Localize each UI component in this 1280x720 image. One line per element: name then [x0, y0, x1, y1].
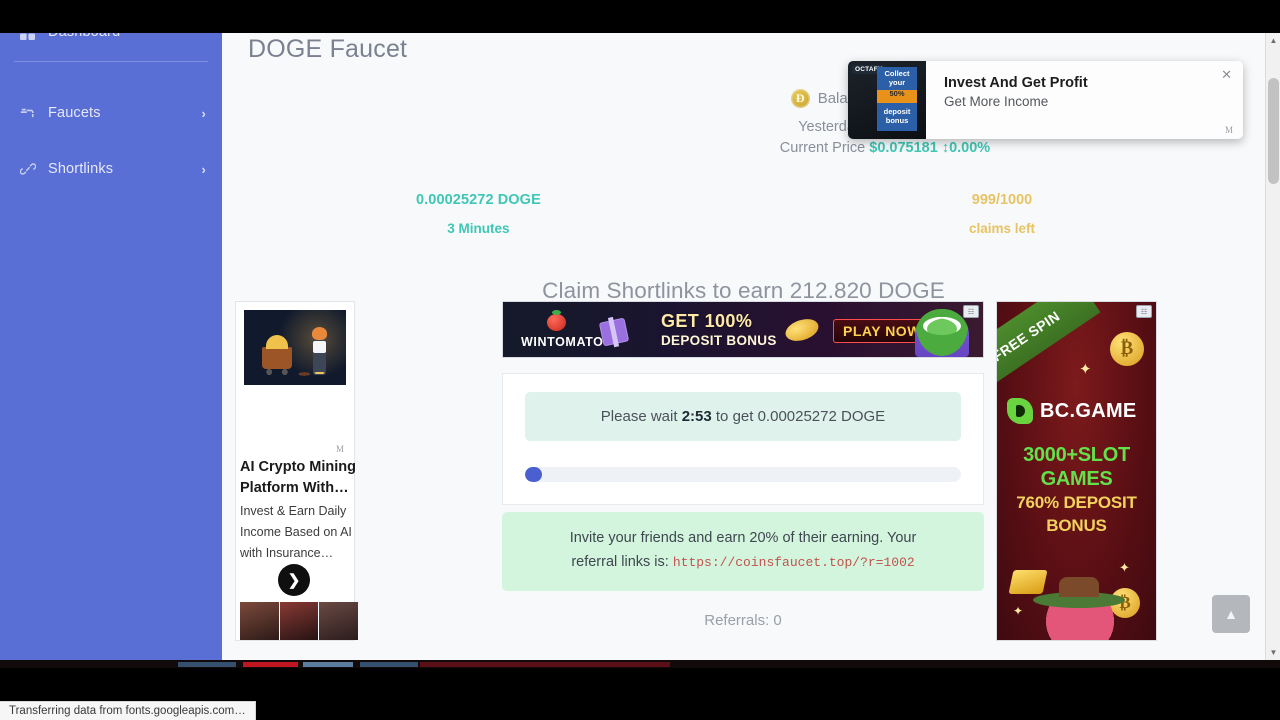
- page-scrollbar[interactable]: ▲ ▼: [1265, 33, 1280, 660]
- scroll-to-top-button[interactable]: ▲: [1212, 595, 1250, 633]
- current-price-value: $0.075181: [869, 140, 938, 156]
- ad-left-cta-button[interactable]: ❯: [278, 564, 310, 596]
- referrals-count: Referrals: 0: [704, 612, 782, 629]
- taskbar-item[interactable]: [420, 662, 670, 667]
- taskbar-item[interactable]: [360, 662, 418, 667]
- sparkle-icon: ✦: [1119, 560, 1130, 575]
- banner-ad-brand: WINTOMATO: [521, 335, 604, 349]
- toast-title: Invest And Get Profit: [944, 75, 1088, 91]
- sidebar-item-faucets[interactable]: Faucets ›: [0, 96, 222, 130]
- toast-thumbnail: OCTAFX Collect your 50% deposit bonus: [848, 61, 926, 139]
- bcgame-brand-name: BC.GAME: [1040, 399, 1137, 422]
- browser-viewport: Dashboard Faucets › Shortlinks ›: [0, 33, 1280, 660]
- notification-toast[interactable]: OCTAFX Collect your 50% deposit bonus In…: [848, 61, 1243, 139]
- sparkle-icon: ✦: [1079, 361, 1092, 378]
- wait-prefix: Please wait: [600, 408, 678, 425]
- sparkle-icon: ✦: [1013, 604, 1024, 618]
- claims-count: 999/1000: [971, 192, 1033, 208]
- screen: Dashboard Faucets › Shortlinks ›: [0, 0, 1280, 720]
- chevron-right-icon: ›: [201, 161, 206, 177]
- ad-left-image: [244, 310, 346, 385]
- bcgame-mark-icon: [1007, 398, 1033, 424]
- mining-cart-illustration: [262, 335, 292, 375]
- doge-coin-icon: Ð: [790, 89, 810, 108]
- billboard-line1: Collect your: [884, 69, 910, 87]
- scrollbar-thumb[interactable]: [1268, 78, 1279, 184]
- frog-mascot-illustration: [915, 309, 969, 357]
- billboard-line2: 50%: [889, 89, 905, 98]
- close-icon[interactable]: ✕: [1221, 67, 1232, 83]
- scroll-down-arrow-icon[interactable]: ▼: [1266, 645, 1280, 660]
- sidebar-item-dashboard[interactable]: Dashboard: [0, 33, 222, 49]
- referral-box: Invite your friends and earn 20% of thei…: [502, 512, 984, 591]
- wait-suffix: to get 0.00025272 DOGE: [715, 408, 886, 425]
- faucet-icon: [20, 106, 40, 120]
- ad-right-panel[interactable]: FREE SPIN ₿ ₿ ✦ ✦ ✦ BC.GAME 3000+SLOT GA…: [996, 301, 1157, 641]
- current-price-label: Current Price: [779, 140, 866, 156]
- price-change-percent: ↕0.00%: [941, 140, 991, 156]
- gold-coin-icon: [782, 315, 822, 345]
- referral-link[interactable]: https://coinsfaucet.top/?r=1002: [673, 555, 915, 570]
- ad-left-panel[interactable]: M AI Crypto Mining Platform With… Invest…: [235, 301, 358, 641]
- referral-text-line2: referral links is: https://coinsfaucet.t…: [528, 550, 958, 575]
- ad-left-body: Invest & Earn Daily Income Based on AI w…: [240, 504, 352, 560]
- scroll-up-arrow-icon[interactable]: ▲: [1266, 33, 1280, 48]
- toast-body: Invest And Get Profit Get More Income ✕ …: [926, 61, 1243, 139]
- claims-stats: 999/1000 claims left: [922, 192, 1082, 236]
- cowboy-hat-illustration: [1033, 577, 1125, 608]
- referral-link-label: referral links is:: [571, 554, 669, 570]
- wait-message-box: Please wait 2:53 to get 0.00025272 DOGE: [525, 392, 961, 441]
- chevron-right-icon: ›: [201, 105, 206, 121]
- banner-ad-subline: DEPOSIT BONUS: [661, 333, 777, 348]
- sidebar-item-label: Shortlinks: [48, 161, 114, 177]
- gift-box-icon: [598, 317, 630, 347]
- grid-icon: [20, 33, 40, 40]
- taskbar-item[interactable]: [303, 662, 353, 667]
- ore-illustration: [294, 367, 328, 377]
- page-title: DOGE Faucet: [248, 35, 408, 63]
- current-price-line: Current Price $0.075181 ↕0.00%: [675, 138, 1095, 159]
- referral-text-line1: Invite your friends and earn 20% of thei…: [569, 530, 917, 546]
- gold-bar-icon: [1008, 570, 1048, 594]
- adchoices-icon[interactable]: ☷: [963, 305, 979, 318]
- reward-stats: 0.00025272 DOGE 3 Minutes: [416, 192, 541, 236]
- ad-brand-mark-icon: M: [335, 444, 344, 454]
- browser-status-bar: Transferring data from fonts.googleapis.…: [0, 701, 256, 720]
- banner-ad[interactable]: WINTOMATO GET 100% DEPOSIT BONUS PLAY NO…: [502, 301, 984, 358]
- reward-amount: 0.00025272 DOGE: [416, 192, 541, 208]
- billboard-line3: deposit bonus: [883, 107, 911, 125]
- ad-right-line2: 760% DEPOSIT BONUS: [1016, 493, 1137, 535]
- ad-left-title: AI Crypto Mining Platform With…: [240, 459, 356, 496]
- claim-card: Please wait 2:53 to get 0.00025272 DOGE: [502, 373, 984, 505]
- claims-left-label: claims left: [968, 221, 1036, 236]
- desktop-taskbar: [0, 660, 1280, 668]
- ad-right-line1: 3000+SLOT GAMES: [1023, 444, 1130, 490]
- claim-progress-bar: [525, 467, 961, 482]
- taskbar-item[interactable]: [243, 662, 298, 667]
- billboard-illustration: Collect your 50% deposit bonus: [877, 67, 917, 131]
- sidebar-item-label: Faucets: [48, 105, 101, 121]
- sidebar: Dashboard Faucets › Shortlinks ›: [0, 33, 222, 660]
- link-icon: [20, 161, 40, 177]
- wait-countdown: 2:53: [681, 408, 712, 425]
- banner-ad-headline: GET 100%: [661, 311, 753, 331]
- toast-subtitle: Get More Income: [944, 94, 1049, 109]
- ad-left-thumbnail-strip[interactable]: [240, 602, 358, 640]
- sidebar-item-label: Dashboard: [40, 33, 206, 40]
- ad-brand-mark-icon: M: [1224, 125, 1233, 135]
- bitcoin-coin-icon: ₿: [1110, 332, 1144, 366]
- claim-progress-fill: [525, 467, 543, 482]
- sidebar-divider: [14, 61, 208, 62]
- bcgame-logo: BC.GAME: [1007, 398, 1137, 424]
- tomato-icon: [547, 310, 566, 331]
- sidebar-item-shortlinks[interactable]: Shortlinks ›: [0, 152, 222, 186]
- reward-interval: 3 Minutes: [447, 221, 510, 236]
- adchoices-icon[interactable]: ☷: [1136, 305, 1152, 318]
- taskbar-item[interactable]: [178, 662, 236, 667]
- center-column: WINTOMATO GET 100% DEPOSIT BONUS PLAY NO…: [502, 301, 984, 629]
